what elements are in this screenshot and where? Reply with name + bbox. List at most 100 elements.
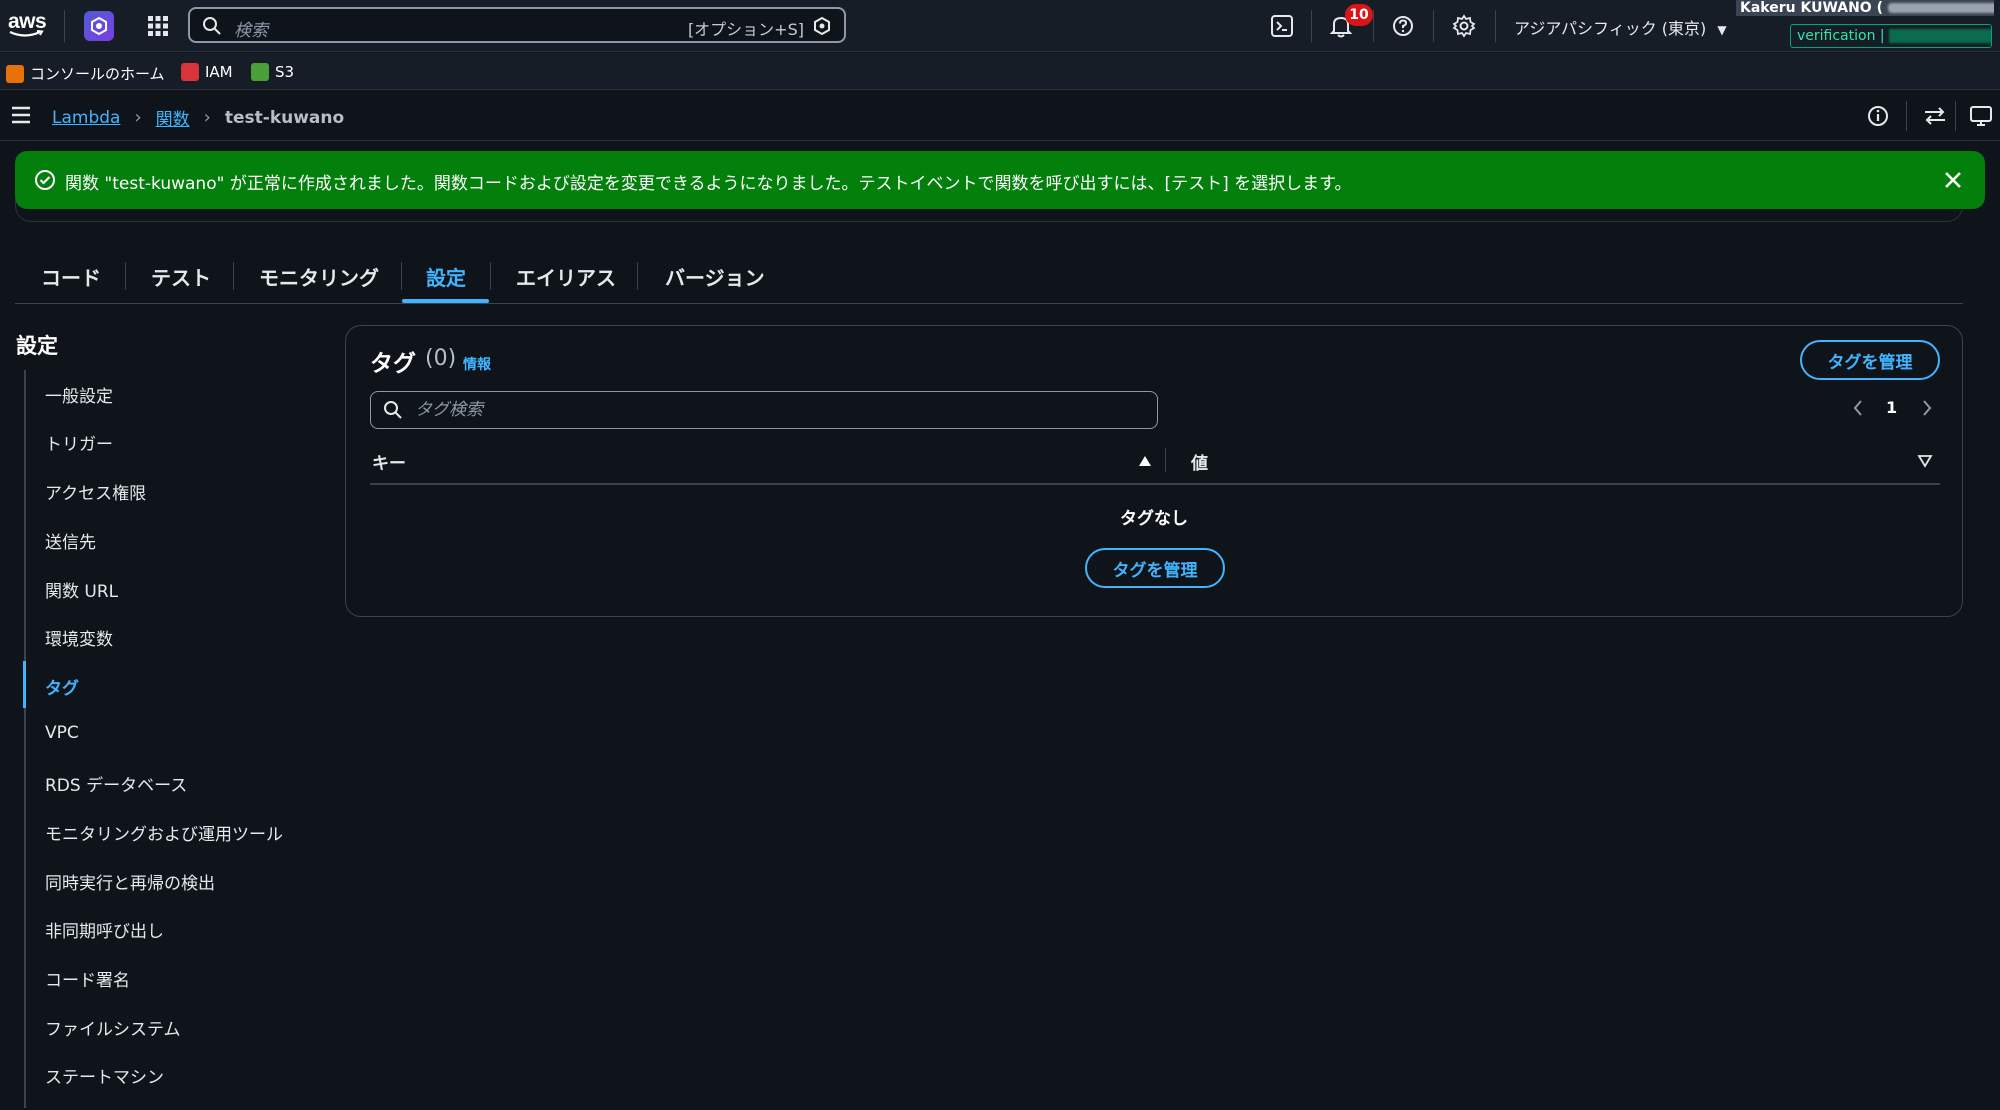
favorite-iam[interactable]: IAM [181, 63, 233, 81]
tab-divider [125, 262, 126, 290]
column-header-value[interactable]: 値 [1191, 449, 1208, 474]
search-icon [384, 401, 402, 419]
toolbar-divider [1906, 101, 1907, 131]
empty-state-text: タグなし [1120, 509, 1188, 529]
sidebar-item-tags[interactable]: タグ [45, 674, 79, 699]
nav-divider [1311, 10, 1312, 42]
favorites-bar: コンソールのホーム IAM S3 [0, 53, 2000, 90]
sidebar-item-general[interactable]: 一般設定 [45, 382, 113, 407]
menu-icon[interactable] [10, 105, 32, 125]
info-link[interactable]: 情報 [463, 354, 491, 374]
tab-code[interactable]: コード [41, 262, 101, 291]
caret-down-icon: ▼ [1717, 23, 1727, 37]
side-nav-active-indicator [23, 661, 26, 708]
search-icon [203, 17, 221, 35]
close-icon[interactable] [1941, 168, 1965, 192]
amazon-q-small-icon [814, 16, 830, 36]
notification-count-badge: 10 [1345, 4, 1373, 26]
side-nav-rail [24, 370, 26, 1108]
favorite-label: コンソールのホーム [30, 65, 165, 83]
region-selector[interactable]: アジアパシフィック (東京) ▼ [1514, 15, 1727, 39]
services-grid-icon[interactable] [146, 14, 170, 38]
iam-icon [181, 63, 199, 81]
region-label: アジアパシフィック (東京) [1514, 19, 1707, 38]
favorite-label: IAM [205, 63, 233, 81]
chevron-right-icon: › [134, 107, 142, 128]
sidebar-item-file-systems[interactable]: ファイルシステム [45, 1015, 181, 1040]
tag-search-input[interactable] [415, 396, 1145, 424]
favorite-s3[interactable]: S3 [251, 63, 294, 81]
tag-count: (0) [425, 346, 457, 371]
top-navigation: aws 検索 [オプション+S] 10 アジアパシフィック (東京) ▼ Kak… [0, 0, 2000, 52]
tab-test[interactable]: テスト [151, 262, 211, 291]
nav-divider [1495, 10, 1496, 42]
sidebar-item-code-signing[interactable]: コード署名 [45, 966, 130, 991]
sidebar-item-vpc[interactable]: VPC [45, 723, 79, 743]
success-flashbar: 関数 "test-kuwano" が正常に作成されました。関数コードおよび設定を… [15, 151, 1985, 209]
breadcrumb-current: test-kuwano [224, 107, 345, 128]
tab-divider [233, 262, 234, 290]
tab-aliases[interactable]: エイリアス [516, 262, 616, 291]
empty-manage-tags-button[interactable]: タグを管理 [1085, 548, 1225, 588]
aws-smile-icon [9, 30, 44, 37]
favorite-console-home[interactable]: コンソールのホーム [6, 63, 165, 84]
page-number[interactable]: 1 [1886, 398, 1897, 417]
sidebar-item-triggers[interactable]: トリガー [45, 430, 113, 455]
column-header-key[interactable]: キー [372, 449, 406, 474]
sidebar-item-async[interactable]: 非同期呼び出し [45, 917, 164, 942]
tab-divider [637, 262, 638, 290]
sidebar-item-env-vars[interactable]: 環境変数 [45, 625, 113, 650]
help-icon[interactable] [1389, 12, 1417, 40]
tab-versions[interactable]: バージョン [665, 262, 765, 291]
info-icon[interactable] [1866, 104, 1890, 128]
sort-descending-icon[interactable] [1917, 454, 1933, 468]
nav-divider [1433, 10, 1434, 42]
search-placeholder: 検索 [234, 21, 268, 41]
sidebar-item-state-machines[interactable]: ステートマシン [45, 1063, 164, 1088]
aws-logo[interactable]: aws [8, 10, 52, 42]
swap-icon[interactable] [1922, 104, 1948, 128]
global-search-input[interactable]: 検索 [オプション+S] [188, 7, 846, 43]
breadcrumb-functions[interactable]: 関数 [156, 105, 190, 130]
breadcrumb-lambda[interactable]: Lambda [52, 108, 120, 128]
s3-icon [251, 63, 269, 81]
sidebar-item-concurrency[interactable]: 同時実行と再帰の検出 [45, 869, 215, 894]
tab-monitoring[interactable]: モニタリング [259, 262, 379, 291]
sidebar-item-rds[interactable]: RDS データベース [45, 771, 187, 796]
tab-divider [490, 262, 491, 290]
sidebar-item-permissions[interactable]: アクセス権限 [45, 479, 146, 504]
sidebar-item-function-url[interactable]: 関数 URL [45, 577, 118, 602]
chevron-left-icon[interactable] [1851, 398, 1865, 418]
console-home-icon [6, 64, 24, 83]
tags-panel: タグ (0) 情報 タグを管理 1 キー 値 タグなし タグを管理 [345, 325, 1963, 617]
function-tabs: コード テスト モニタリング 設定 エイリアス バージョン [15, 252, 1963, 304]
tab-configuration[interactable]: 設定 [426, 262, 466, 291]
verification-label: verification | [1797, 28, 1885, 44]
search-shortcut: [オプション+S] [687, 20, 804, 39]
table-header-divider [370, 483, 1940, 485]
toolbar-divider [1955, 101, 1956, 131]
panel-title: タグ [370, 351, 416, 377]
amazon-q-icon[interactable] [84, 11, 114, 41]
redacted-verification [1889, 29, 1991, 43]
verification-field: verification | [1790, 24, 1992, 48]
display-settings-icon[interactable] [1968, 104, 1994, 128]
redacted-account-id [1887, 3, 1994, 13]
column-divider [1165, 448, 1166, 472]
sidebar-item-monitoring-tools[interactable]: モニタリングおよび運用ツール [45, 820, 283, 845]
cloudshell-icon[interactable] [1268, 12, 1296, 40]
breadcrumb: Lambda › 関数 › test-kuwano [52, 105, 344, 130]
nav-divider [64, 10, 65, 42]
active-tab-indicator [402, 299, 489, 303]
tab-divider [401, 262, 402, 290]
chevron-right-icon: › [203, 107, 211, 128]
account-menu[interactable]: Kakeru KUWANO ( ) ▼ [1736, 0, 1994, 16]
nav-divider [1373, 10, 1374, 42]
sort-ascending-icon[interactable] [1137, 454, 1153, 468]
manage-tags-button[interactable]: タグを管理 [1800, 340, 1940, 380]
breadcrumb-bar: Lambda › 関数 › test-kuwano [0, 91, 2000, 141]
flash-message: 関数 "test-kuwano" が正常に作成されました。関数コードおよび設定を… [65, 174, 1352, 194]
sidebar-item-destinations[interactable]: 送信先 [45, 528, 96, 553]
gear-icon[interactable] [1450, 12, 1478, 40]
chevron-right-icon[interactable] [1920, 398, 1934, 418]
